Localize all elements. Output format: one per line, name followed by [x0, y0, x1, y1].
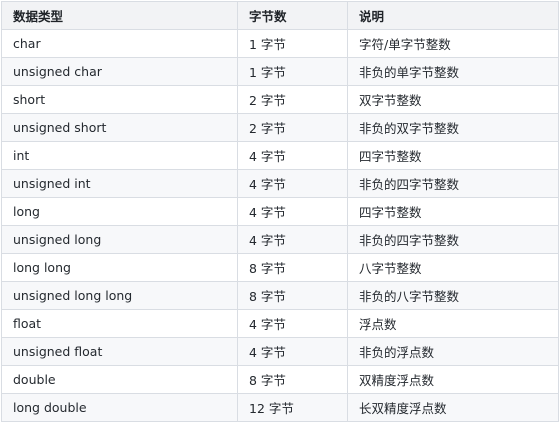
- cell-description: 四字节整数: [347, 141, 559, 170]
- table-row: unsigned float 4 字节 非负的浮点数: [1, 337, 559, 366]
- cell-data-type: char: [1, 29, 238, 58]
- table-row: long long 8 字节 八字节整数: [1, 253, 559, 282]
- header-description: 说明: [347, 1, 559, 30]
- cell-data-type: unsigned long: [1, 225, 238, 254]
- cell-byte-count: 4 字节: [237, 197, 348, 226]
- table-row: unsigned int 4 字节 非负的四字节整数: [1, 169, 559, 198]
- cell-byte-count: 4 字节: [237, 225, 348, 254]
- cell-byte-count: 4 字节: [237, 169, 348, 198]
- table-row: float 4 字节 浮点数: [1, 309, 559, 338]
- header-byte-count: 字节数: [237, 1, 348, 30]
- cell-byte-count: 2 字节: [237, 85, 348, 114]
- cell-description: 长双精度浮点数: [347, 393, 559, 422]
- cell-description: 浮点数: [347, 309, 559, 338]
- cell-data-type: int: [1, 141, 238, 170]
- data-types-table: 数据类型 字节数 说明 char 1 字节 字符/单字节整数 unsigned cha…: [1, 1, 559, 422]
- cell-data-type: long long: [1, 253, 238, 282]
- cell-data-type: short: [1, 85, 238, 114]
- cell-description: 双字节整数: [347, 85, 559, 114]
- cell-byte-count: 4 字节: [237, 337, 348, 366]
- cell-byte-count: 8 字节: [237, 253, 348, 282]
- cell-byte-count: 8 字节: [237, 365, 348, 394]
- cell-byte-count: 2 字节: [237, 113, 348, 142]
- table-row: short 2 字节 双字节整数: [1, 85, 559, 114]
- cell-data-type: unsigned int: [1, 169, 238, 198]
- cell-data-type: long: [1, 197, 238, 226]
- table-row: long double 12 字节 长双精度浮点数: [1, 393, 559, 422]
- table-header-row: 数据类型 字节数 说明: [1, 1, 559, 30]
- cell-byte-count: 12 字节: [237, 393, 348, 422]
- table-row: unsigned short 2 字节 非负的双字节整数: [1, 113, 559, 142]
- cell-description: 非负的双字节整数: [347, 113, 559, 142]
- cell-data-type: unsigned float: [1, 337, 238, 366]
- cell-data-type: float: [1, 309, 238, 338]
- cell-byte-count: 4 字节: [237, 309, 348, 338]
- cell-data-type: long double: [1, 393, 238, 422]
- cell-byte-count: 1 字节: [237, 29, 348, 58]
- table-body: char 1 字节 字符/单字节整数 unsigned char 1 字节 非负的单字节整…: [1, 29, 559, 422]
- table-row: long 4 字节 四字节整数: [1, 197, 559, 226]
- cell-description: 非负的浮点数: [347, 337, 559, 366]
- table-row: unsigned long 4 字节 非负的四字节整数: [1, 225, 559, 254]
- cell-description: 八字节整数: [347, 253, 559, 282]
- cell-data-type: unsigned char: [1, 57, 238, 86]
- cell-description: 非负的单字节整数: [347, 57, 559, 86]
- header-data-type: 数据类型: [1, 1, 238, 30]
- cell-byte-count: 4 字节: [237, 141, 348, 170]
- table-row: double 8 字节 双精度浮点数: [1, 365, 559, 394]
- cell-description: 字符/单字节整数: [347, 29, 559, 58]
- table-row: int 4 字节 四字节整数: [1, 141, 559, 170]
- cell-data-type: unsigned short: [1, 113, 238, 142]
- cell-description: 双精度浮点数: [347, 365, 559, 394]
- table-row: unsigned long long 8 字节 非负的八字节整数: [1, 281, 559, 310]
- table-row: unsigned char 1 字节 非负的单字节整数: [1, 57, 559, 86]
- cell-description: 四字节整数: [347, 197, 559, 226]
- cell-byte-count: 1 字节: [237, 57, 348, 86]
- cell-description: 非负的四字节整数: [347, 169, 559, 198]
- table-row: char 1 字节 字符/单字节整数: [1, 29, 559, 58]
- cell-description: 非负的四字节整数: [347, 225, 559, 254]
- cell-byte-count: 8 字节: [237, 281, 348, 310]
- cell-description: 非负的八字节整数: [347, 281, 559, 310]
- cell-data-type: double: [1, 365, 238, 394]
- cell-data-type: unsigned long long: [1, 281, 238, 310]
